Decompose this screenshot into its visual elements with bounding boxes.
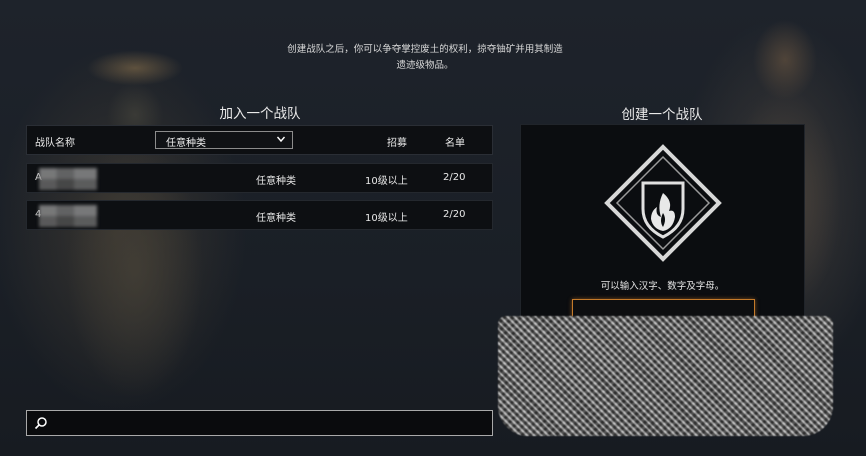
team-name-column-label: 战队名称 bbox=[35, 138, 75, 149]
team-name-redacted bbox=[39, 168, 97, 190]
qr-code-overlay bbox=[498, 316, 833, 436]
character-art-left bbox=[40, 20, 230, 456]
roster-column-label: 名单 bbox=[445, 138, 465, 149]
team-type-filter-value: 任意种类 bbox=[166, 138, 206, 149]
team-search-input[interactable] bbox=[26, 410, 493, 436]
team-name-hint: 可以输入汉字、数字及字母。 bbox=[600, 281, 725, 292]
team-list-header: 战队名称 任意种类 招募 名单 bbox=[26, 125, 493, 155]
join-team-title: 加入一个战队 bbox=[219, 106, 301, 122]
team-type-filter-dropdown[interactable]: 任意种类 bbox=[155, 131, 293, 149]
search-icon bbox=[34, 417, 47, 430]
squad-emblem-icon[interactable] bbox=[603, 143, 723, 263]
recruit-column-label: 招募 bbox=[387, 138, 407, 149]
create-team-title: 创建一个战队 bbox=[621, 107, 703, 123]
team-member-count: 2/20 bbox=[443, 172, 466, 183]
team-type: 任意种类 bbox=[256, 176, 296, 187]
team-row[interactable]: 4 任意种类 10级以上 2/20 bbox=[26, 200, 493, 230]
intro-text-line-2: 遗迹级物品。 bbox=[396, 60, 454, 71]
team-row[interactable]: A 任意种类 10级以上 2/20 bbox=[26, 163, 493, 193]
chevron-down-icon bbox=[276, 136, 286, 143]
team-type: 任意种类 bbox=[256, 213, 296, 224]
team-recruit-level: 10级以上 bbox=[365, 176, 408, 187]
intro-text: 创建战队之后，你可以争夺掌控废土的权利，掠夺铀矿并用其制造 遗迹级物品。 bbox=[240, 42, 610, 74]
team-member-count: 2/20 bbox=[443, 209, 466, 220]
team-recruit-level: 10级以上 bbox=[365, 213, 408, 224]
team-name-redacted bbox=[39, 205, 97, 227]
intro-text-line-1: 创建战队之后，你可以争夺掌控废土的权利，掠夺铀矿并用其制造 bbox=[287, 44, 563, 55]
